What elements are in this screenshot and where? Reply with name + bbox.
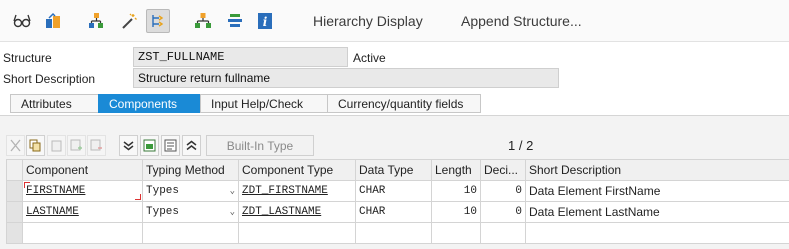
empty-cell[interactable] (525, 222, 789, 244)
tab-strip: Attributes Components Input Help/Check C… (10, 94, 481, 113)
structure-field: ZST_FULLNAME (133, 47, 348, 67)
column-header-component[interactable]: Component (22, 159, 143, 181)
table-row: FIRSTNAME Types ⌄ ZDT_FIRSTNAME CHAR 10 0… (6, 180, 789, 202)
status-text: Active (353, 51, 386, 65)
short-description-label: Short Description (3, 72, 96, 86)
where-used-icon[interactable] (146, 9, 170, 33)
empty-cell[interactable] (480, 222, 526, 244)
data-type-cell[interactable]: CHAR (355, 201, 432, 223)
row-selector[interactable] (6, 180, 23, 202)
short-description-cell[interactable]: Data Element LastName (525, 201, 789, 223)
typing-method-value: Types (146, 206, 180, 218)
row-selector[interactable] (6, 222, 23, 244)
row-selector[interactable] (6, 201, 23, 223)
application-toolbar: i Hierarchy Display Append Structure... (0, 0, 789, 42)
wand-icon[interactable] (117, 9, 141, 33)
tab-input-help-check[interactable]: Input Help/Check (200, 94, 327, 113)
typing-method-cell[interactable]: Types ⌄ (142, 180, 239, 202)
empty-cell[interactable] (431, 222, 481, 244)
tab-currency-quantity-fields[interactable]: Currency/quantity fields (327, 94, 481, 113)
short-description-cell[interactable]: Data Element FirstName (525, 180, 789, 202)
components-table: Component Typing Method Component Type D… (6, 159, 789, 244)
empty-cell[interactable] (22, 222, 143, 244)
empty-cell[interactable] (142, 222, 239, 244)
info-icon[interactable]: i (253, 9, 277, 33)
component-type-cell[interactable]: ZDT_FIRSTNAME (238, 180, 356, 202)
column-header-typing-method[interactable]: Typing Method (142, 159, 239, 181)
tab-components[interactable]: Components (98, 94, 200, 113)
length-cell[interactable]: 10 (431, 180, 481, 202)
tab-attributes[interactable]: Attributes (10, 94, 98, 113)
chevron-down-icon[interactable]: ⌄ (230, 207, 235, 217)
empty-cell[interactable] (238, 222, 356, 244)
glasses-icon[interactable] (10, 9, 34, 33)
append-structure-button[interactable]: Append Structure... (461, 13, 582, 29)
short-description-field[interactable]: Structure return fullname (133, 68, 559, 88)
collapse-all-icon[interactable] (119, 135, 138, 156)
delete-row-icon[interactable] (87, 135, 106, 156)
hierarchy-display-button[interactable]: Hierarchy Display (313, 13, 423, 29)
select-all-cell[interactable] (6, 159, 23, 181)
column-header-data-type[interactable]: Data Type (355, 159, 432, 181)
typing-method-value: Types (146, 185, 180, 197)
hierarchy-icon[interactable] (84, 9, 108, 33)
data-type-cell[interactable]: CHAR (355, 180, 432, 202)
column-header-length[interactable]: Length (431, 159, 481, 181)
component-cell[interactable]: LASTNAME (22, 201, 143, 223)
column-header-component-type[interactable]: Component Type (238, 159, 356, 181)
typing-method-cell[interactable]: Types ⌄ (142, 201, 239, 223)
structure-label: Structure (3, 51, 52, 65)
table-header-row: Component Typing Method Component Type D… (6, 159, 789, 181)
stack-icon[interactable] (223, 9, 247, 33)
built-in-type-button[interactable]: Built-In Type (206, 135, 314, 156)
activate-icon[interactable] (41, 9, 65, 33)
copy-row-icon[interactable] (26, 135, 45, 156)
column-header-decimals[interactable]: Deci... (480, 159, 526, 181)
page-indicator: 1 / 2 (508, 138, 534, 153)
component-type-cell[interactable]: ZDT_LASTNAME (238, 201, 356, 223)
insert-element-icon[interactable] (140, 135, 159, 156)
decimals-cell[interactable]: 0 (480, 180, 526, 202)
length-cell[interactable]: 10 (431, 201, 481, 223)
paste-row-icon[interactable] (47, 135, 66, 156)
org-chart-icon[interactable] (191, 9, 215, 33)
table-row-empty (6, 222, 789, 244)
column-header-short-description[interactable]: Short Description (525, 159, 789, 181)
svg-text:i: i (263, 15, 268, 29)
empty-cell[interactable] (355, 222, 432, 244)
element-details-icon[interactable] (161, 135, 180, 156)
components-panel: Built-In Type 1 / 2 Component Typing Met… (0, 115, 789, 249)
decimals-cell[interactable]: 0 (480, 201, 526, 223)
insert-row-icon[interactable] (67, 135, 86, 156)
chevron-down-icon[interactable]: ⌄ (230, 186, 235, 196)
expand-all-icon[interactable] (182, 135, 201, 156)
component-cell[interactable]: FIRSTNAME (22, 180, 143, 202)
table-row: LASTNAME Types ⌄ ZDT_LASTNAME CHAR 10 0 D… (6, 201, 789, 223)
cut-row-icon[interactable] (6, 135, 25, 156)
